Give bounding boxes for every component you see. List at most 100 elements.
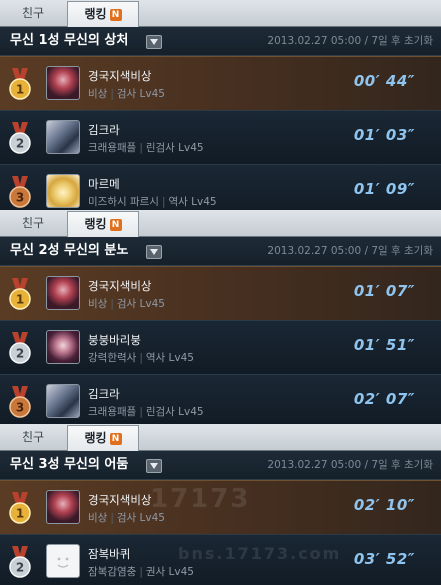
avatar <box>46 384 80 418</box>
clear-time: 00′ 44″ <box>353 72 415 90</box>
dungeon-header: 무신 2성 무신의 분노 2013.02.27 05:00 / 7일 후 초기화 <box>0 237 441 266</box>
player-info: 크래용패플 | 린검사 Lv45 <box>88 406 204 418</box>
avatar <box>46 120 80 154</box>
avatar <box>46 174 80 208</box>
player-info: 크래용패플 | 린검사 Lv45 <box>88 142 204 154</box>
medal-icon: 1 <box>9 492 31 524</box>
tab-ranking-label: 랭킹 <box>84 217 107 231</box>
dungeon-title: 무신 1성 무신의 상처 <box>10 33 129 48</box>
guild-name: 크래용패플 <box>88 406 137 418</box>
avatar <box>46 544 80 578</box>
tab-ranking[interactable]: 랭킹 N <box>67 425 139 451</box>
medal-rank: 2 <box>16 347 24 361</box>
tab-ranking[interactable]: 랭킹 N <box>67 211 139 237</box>
class-level: 검사 Lv45 <box>116 298 165 310</box>
ranking-row[interactable]: 1 경국지색비상 비상 | 검사 Lv45 01′ 07″ <box>0 266 441 320</box>
tab-ranking-label: 랭킹 <box>84 431 107 445</box>
dungeon-title: 무신 2성 무신의 분노 <box>10 243 129 258</box>
watermark-url: bns.17173.com <box>178 544 342 563</box>
ranking-panel-2: 친구 랭킹 N 무신 2성 무신의 분노 2013.02.27 05:00 / 7… <box>0 210 441 420</box>
tab-ranking-label: 랭킹 <box>84 7 107 21</box>
player-info: 미즈하시 파르시 | 역사 Lv45 <box>88 196 217 208</box>
avatar <box>46 490 80 524</box>
tab-friends[interactable]: 친구 <box>0 424 66 450</box>
dropdown-arrow-icon[interactable] <box>146 459 162 473</box>
guild-name: 비상 <box>88 512 108 524</box>
dropdown-arrow-icon[interactable] <box>146 245 162 259</box>
medal-icon: 3 <box>9 176 31 208</box>
medal-icon: 2 <box>9 546 31 578</box>
medal-rank: 3 <box>16 401 24 415</box>
ranking-row[interactable]: 1 경국지색비상 비상 | 검사 Lv45 00′ 44″ <box>0 56 441 110</box>
guild-name: 비상 <box>88 88 108 100</box>
class-level: 권사 Lv45 <box>145 566 194 578</box>
player-info: 비상 | 검사 Lv45 <box>88 88 165 100</box>
dungeon-header: 무신 3성 무신의 어둠 2013.02.27 05:00 / 7일 후 초기화 <box>0 451 441 480</box>
player-name: 잠복바퀴 <box>88 547 131 561</box>
clear-time: 01′ 03″ <box>353 126 415 144</box>
reset-info: 2013.02.27 05:00 / 7일 후 초기화 <box>267 459 433 471</box>
tab-bar: 친구 랭킹 N <box>0 210 441 237</box>
clear-time: 02′ 10″ <box>353 496 415 514</box>
guild-name: 크래용패플 <box>88 142 137 154</box>
clear-time: 03′ 52″ <box>353 550 415 568</box>
medal-rank: 2 <box>16 561 24 575</box>
class-level: 역사 Lv45 <box>145 352 194 364</box>
medal-icon: 1 <box>9 68 31 100</box>
player-name: 경국지색비상 <box>88 493 152 507</box>
player-info: 강력한력사 | 역사 Lv45 <box>88 352 194 364</box>
dropdown-arrow-icon[interactable] <box>146 35 162 49</box>
medal-rank: 2 <box>16 137 24 151</box>
medal-icon: 2 <box>9 122 31 154</box>
ranking-panel-1: 친구 랭킹 N 무신 1성 무신의 상처 2013.02.27 05:00 / 7… <box>0 0 441 212</box>
medal-icon: 1 <box>9 278 31 310</box>
tab-friends[interactable]: 친구 <box>0 210 66 236</box>
class-level: 린검사 Lv45 <box>145 406 204 418</box>
medal-rank: 1 <box>16 507 24 521</box>
tab-friends[interactable]: 친구 <box>0 0 66 26</box>
guild-name: 잠복감염충 <box>88 566 137 578</box>
avatar <box>46 276 80 310</box>
tab-bar: 친구 랭킹 N <box>0 0 441 27</box>
player-name: 김크라 <box>88 123 120 137</box>
ranking-row[interactable]: 3 마르메 미즈하시 파르시 | 역사 Lv45 01′ 09″ <box>0 164 441 212</box>
reset-info: 2013.02.27 05:00 / 7일 후 초기화 <box>267 35 433 47</box>
player-info: 비상 | 검사 Lv45 <box>88 298 165 310</box>
clear-time: 02′ 07″ <box>353 390 415 408</box>
avatar <box>46 66 80 100</box>
avatar <box>46 330 80 364</box>
guild-name: 비상 <box>88 298 108 310</box>
new-badge: N <box>109 9 122 21</box>
clear-time: 01′ 51″ <box>353 336 415 354</box>
medal-rank: 3 <box>16 191 24 205</box>
medal-icon: 3 <box>9 386 31 418</box>
clear-time: 01′ 09″ <box>353 180 415 198</box>
player-name: 김크라 <box>88 387 120 401</box>
dungeon-title: 무신 3성 무신의 어둠 <box>10 457 129 472</box>
clear-time: 01′ 07″ <box>353 282 415 300</box>
player-name: 경국지색비상 <box>88 69 152 83</box>
guild-name: 미즈하시 파르시 <box>88 196 159 208</box>
default-face-icon <box>57 557 69 568</box>
tab-ranking[interactable]: 랭킹 N <box>67 1 139 27</box>
tab-bar: 친구 랭킹 N <box>0 424 441 451</box>
new-badge: N <box>109 219 122 231</box>
player-info: 잠복감염충 | 권사 Lv45 <box>88 566 194 578</box>
watermark: 17173 <box>150 484 251 514</box>
class-level: 검사 Lv45 <box>116 88 165 100</box>
medal-icon: 2 <box>9 332 31 364</box>
ranking-row[interactable]: 2 붕붕바리붕 강력한력사 | 역사 Lv45 01′ 51″ <box>0 320 441 374</box>
medal-rank: 1 <box>16 293 24 307</box>
reset-info: 2013.02.27 05:00 / 7일 후 초기화 <box>267 245 433 257</box>
player-name: 붕붕바리붕 <box>88 333 141 347</box>
class-level: 역사 Lv45 <box>168 196 217 208</box>
dungeon-header: 무신 1성 무신의 상처 2013.02.27 05:00 / 7일 후 초기화 <box>0 27 441 56</box>
ranking-row[interactable]: 2 김크라 크래용패플 | 린검사 Lv45 01′ 03″ <box>0 110 441 164</box>
guild-name: 강력한력사 <box>88 352 137 364</box>
class-level: 린검사 Lv45 <box>145 142 204 154</box>
ranking-row[interactable]: 3 김크라 크래용패플 | 린검사 Lv45 02′ 07″ <box>0 374 441 420</box>
player-name: 경국지색비상 <box>88 279 152 293</box>
medal-rank: 1 <box>16 83 24 97</box>
new-badge: N <box>109 433 122 445</box>
player-name: 마르메 <box>88 177 120 191</box>
